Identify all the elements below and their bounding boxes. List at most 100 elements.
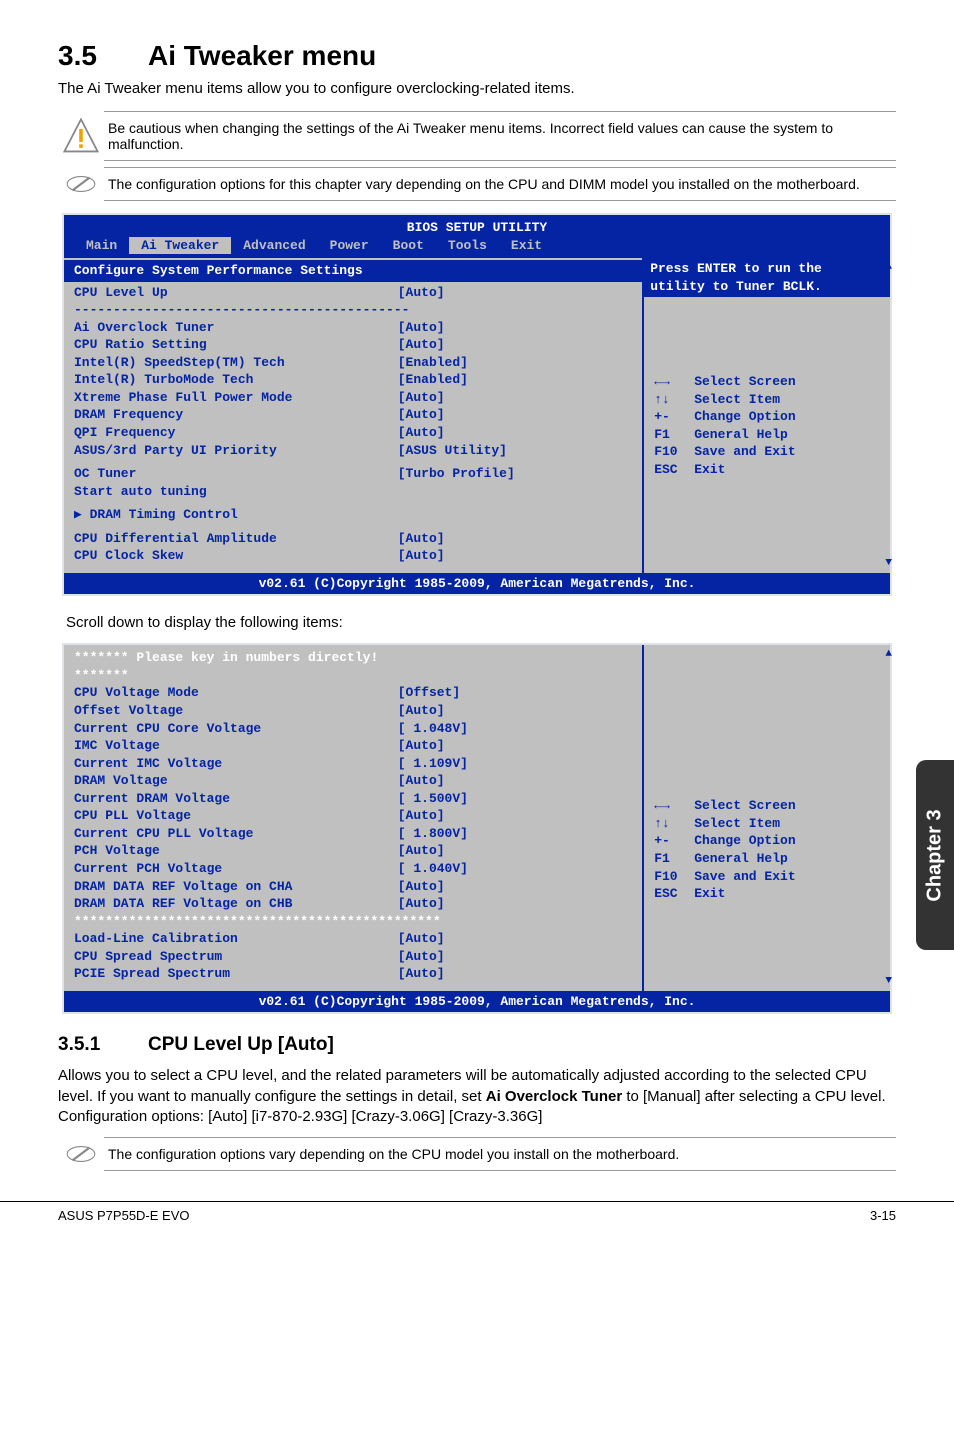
scroll-down-icon: ▼ (885, 974, 892, 989)
config-row[interactable]: Current IMC Voltage[ 1.109V] (74, 755, 632, 773)
config-row[interactable]: ASUS/3rd Party UI Priority[ASUS Utility] (74, 442, 632, 460)
config-row[interactable]: Ai Overclock Tuner[Auto] (74, 319, 632, 337)
config-label: ▶ DRAM Timing Control (74, 506, 398, 524)
config-label: Current CPU PLL Voltage (74, 825, 398, 843)
config-label: QPI Frequency (74, 424, 398, 442)
config-row[interactable]: OC Tuner[Turbo Profile] (74, 465, 632, 483)
config-label: DRAM Voltage (74, 772, 398, 790)
config-label: ASUS/3rd Party UI Priority (74, 442, 398, 460)
config-label: Ai Overclock Tuner (74, 319, 398, 337)
tab-exit[interactable]: Exit (499, 237, 554, 255)
config-label: Xtreme Phase Full Power Mode (74, 389, 398, 407)
tab-power[interactable]: Power (318, 237, 381, 255)
config-value: [Auto] (398, 948, 445, 966)
config-row[interactable]: DRAM Voltage[Auto] (74, 772, 632, 790)
tab-advanced[interactable]: Advanced (231, 237, 317, 255)
tab-tools[interactable]: Tools (436, 237, 499, 255)
help-key-row: F10Save and Exit (654, 868, 880, 886)
config-value: [Auto] (398, 702, 445, 720)
chapter-label: Chapter 3 (924, 809, 947, 901)
config-row[interactable]: DRAM Frequency[Auto] (74, 406, 632, 424)
config-row[interactable]: CPU Differential Amplitude[Auto] (74, 530, 632, 548)
config-row[interactable]: Offset Voltage[Auto] (74, 702, 632, 720)
config-label: Start auto tuning (74, 483, 398, 501)
help-desc: Change Option (694, 408, 795, 426)
config-row[interactable]: PCIE Spread Spectrum[Auto] (74, 965, 632, 983)
config-row[interactable]: Xtreme Phase Full Power Mode[Auto] (74, 389, 632, 407)
config-row[interactable]: Current DRAM Voltage[ 1.500V] (74, 790, 632, 808)
config-row[interactable]: ******* Please key in numbers directly! … (74, 649, 632, 684)
config-row[interactable]: DRAM DATA REF Voltage on CHA[Auto] (74, 878, 632, 896)
config-row[interactable]: QPI Frequency[Auto] (74, 424, 632, 442)
config-value: [ 1.500V] (398, 790, 468, 808)
tab-main[interactable]: Main (74, 237, 129, 255)
config-row[interactable]: Current PCH Voltage[ 1.040V] (74, 860, 632, 878)
config-row[interactable]: CPU Clock Skew[Auto] (74, 547, 632, 565)
tab-boot[interactable]: Boot (381, 237, 436, 255)
config-label: IMC Voltage (74, 737, 398, 755)
config-label: DRAM DATA REF Voltage on CHA (74, 878, 398, 896)
config-label: Intel(R) SpeedStep(TM) Tech (74, 354, 398, 372)
scroll-up-icon: ▲ (885, 260, 892, 275)
config-value: [Auto] (398, 930, 445, 948)
config-row[interactable]: Current CPU PLL Voltage[ 1.800V] (74, 825, 632, 843)
bios-left-pane: Configure System Performance Settings CP… (64, 258, 642, 573)
help-key: F1 (654, 850, 694, 868)
config-row[interactable]: ▶ DRAM Timing Control (74, 506, 632, 524)
config-row[interactable]: Load-Line Calibration[Auto] (74, 930, 632, 948)
help-desc: Change Option (694, 832, 795, 850)
bios-footer: v02.61 (C)Copyright 1985-2009, American … (64, 573, 890, 595)
help-key-row: F1General Help (654, 850, 880, 868)
separator: ----------------------------------------… (74, 301, 632, 319)
config-row[interactable]: Intel(R) TurboMode Tech[Enabled] (74, 371, 632, 389)
config-row[interactable]: Start auto tuning (74, 483, 632, 501)
scroll-down-icon: ▼ (885, 556, 892, 571)
tab-ai-tweaker[interactable]: Ai Tweaker (129, 237, 231, 255)
bios-pane-heading: Configure System Performance Settings (64, 260, 642, 282)
config-value: [Auto] (398, 336, 445, 354)
config-row[interactable]: IMC Voltage[Auto] (74, 737, 632, 755)
config-label: Load-Line Calibration (74, 930, 398, 948)
config-value: [Auto] (398, 424, 445, 442)
config-value: [Auto] (398, 389, 445, 407)
config-row[interactable]: CPU Spread Spectrum[Auto] (74, 948, 632, 966)
config-row[interactable]: CPU Level Up[Auto] (74, 284, 632, 302)
config-value: [Enabled] (398, 371, 468, 389)
config-row[interactable]: Current CPU Core Voltage[ 1.048V] (74, 720, 632, 738)
config-label: ****************************************… (74, 913, 398, 931)
config-label: PCIE Spread Spectrum (74, 965, 398, 983)
config-value: [Auto] (398, 895, 445, 913)
pencil-icon (58, 167, 104, 201)
warning-note: Be cautious when changing the settings o… (58, 111, 896, 161)
config-value: [Auto] (398, 842, 445, 860)
bios-tab-bar: Main Ai Tweaker Advanced Power Boot Tool… (64, 237, 890, 259)
help-desc: Select Screen (694, 797, 795, 815)
help-key: ESC (654, 885, 694, 903)
config-row[interactable]: DRAM DATA REF Voltage on CHB[Auto] (74, 895, 632, 913)
help-key-row: ↑↓Select Item (654, 391, 880, 409)
config-value: [Auto] (398, 319, 445, 337)
config-row[interactable]: CPU Voltage Mode[Offset] (74, 684, 632, 702)
info-text-2: The configuration options vary depending… (104, 1137, 896, 1171)
help-key-row: ESCExit (654, 461, 880, 479)
config-row[interactable]: PCH Voltage[Auto] (74, 842, 632, 860)
scroll-up-icon: ▲ (885, 647, 892, 662)
bios-screenshot-1: BIOS SETUP UTILITY Main Ai Tweaker Advan… (62, 213, 892, 596)
help-key: +- (654, 832, 694, 850)
help-desc: Select Item (694, 391, 780, 409)
help-key-row: F10Save and Exit (654, 443, 880, 461)
config-label: Intel(R) TurboMode Tech (74, 371, 398, 389)
help-key: ←→ (654, 797, 694, 815)
help-key-row: ESCExit (654, 885, 880, 903)
config-label: CPU Voltage Mode (74, 684, 398, 702)
config-row[interactable]: ****************************************… (74, 913, 632, 931)
config-value: [Auto] (398, 284, 445, 302)
config-row[interactable]: CPU Ratio Setting[Auto] (74, 336, 632, 354)
chapter-side-tab: Chapter 3 (916, 760, 954, 950)
config-label: CPU Level Up (74, 284, 398, 302)
help-desc: Save and Exit (694, 868, 795, 886)
config-row[interactable]: Intel(R) SpeedStep(TM) Tech[Enabled] (74, 354, 632, 372)
warning-text: Be cautious when changing the settings o… (104, 111, 896, 161)
config-row[interactable]: CPU PLL Voltage[Auto] (74, 807, 632, 825)
para-bold: Ai Overclock Tuner (486, 1088, 622, 1105)
